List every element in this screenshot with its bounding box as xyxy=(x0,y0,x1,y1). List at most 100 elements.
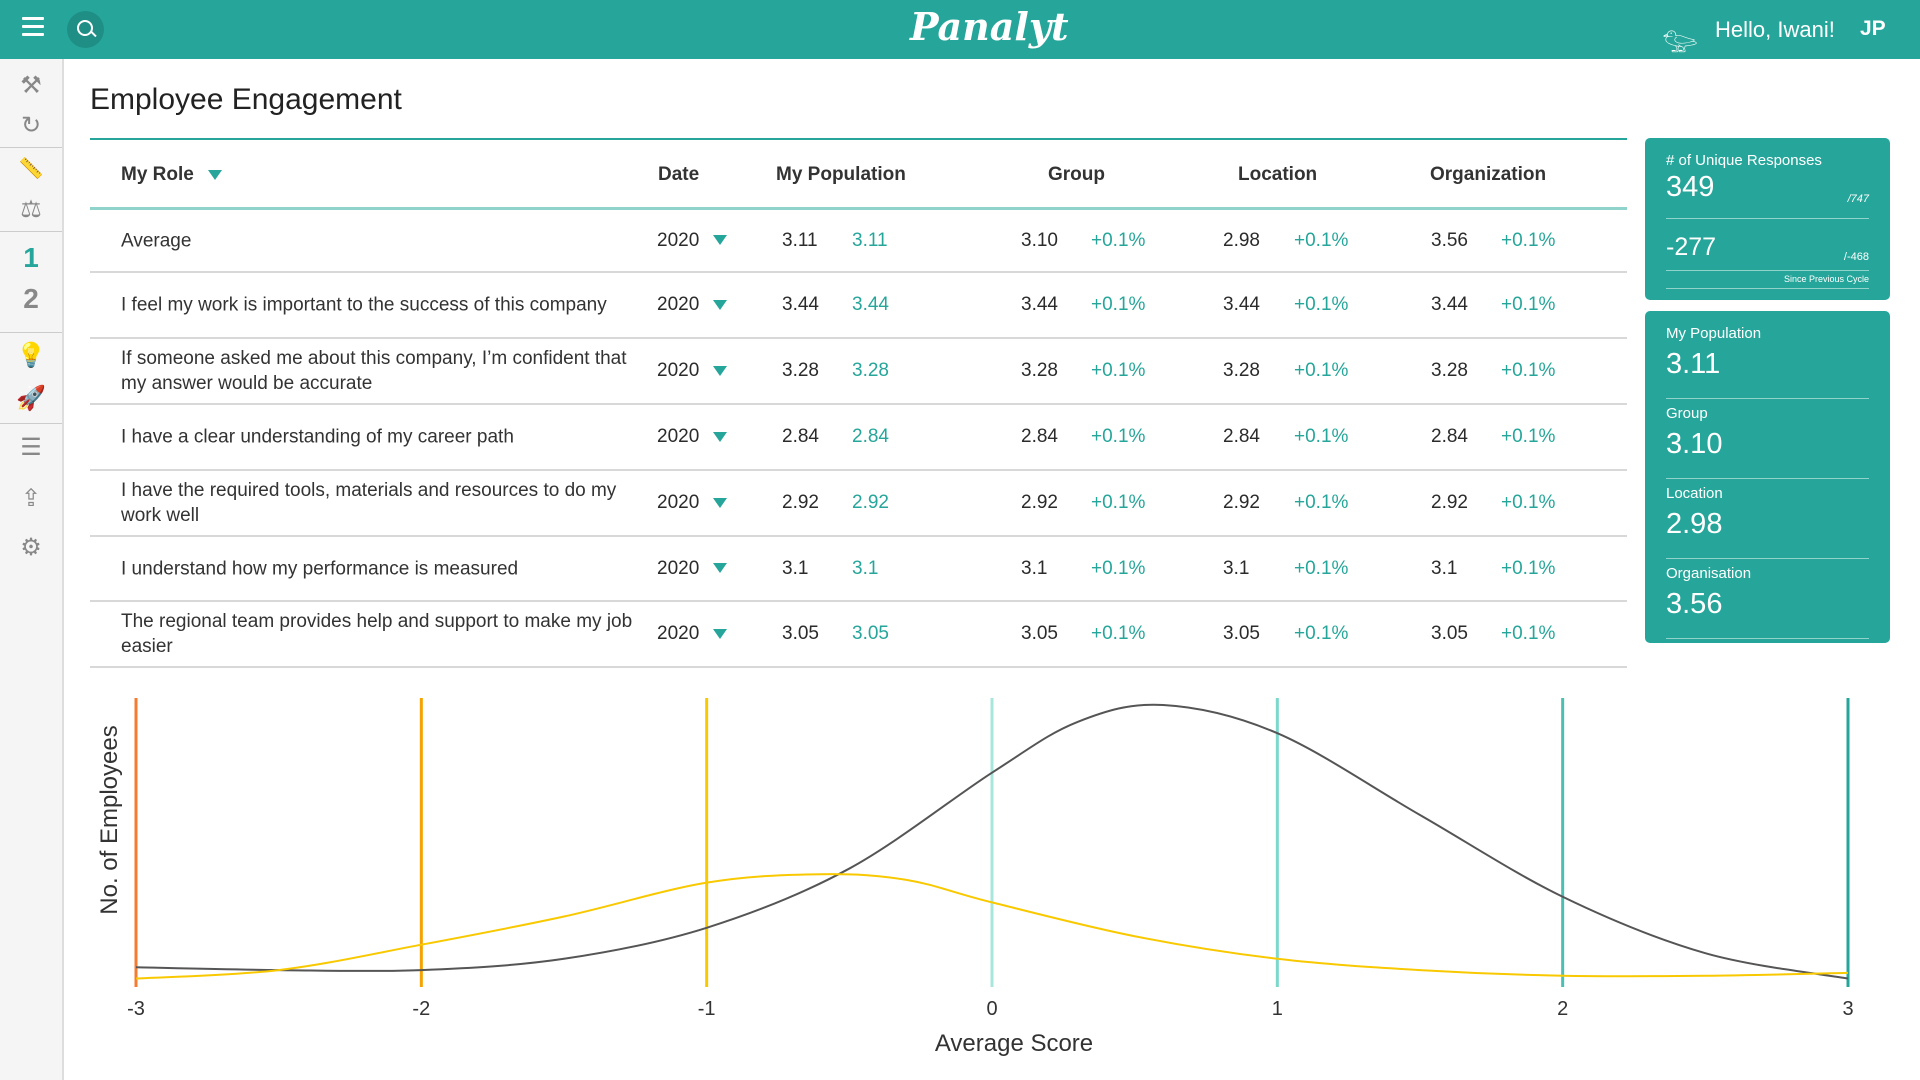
cell-location: 2.84 xyxy=(1223,426,1260,447)
y-axis-label: No. of Employees xyxy=(96,725,123,914)
cell-group-delta: +0.1% xyxy=(1091,492,1146,513)
scales-icon[interactable]: ⚖ xyxy=(0,195,62,224)
change-note: Since Previous Cycle xyxy=(1666,271,1869,289)
role-dropdown[interactable]: My Role xyxy=(121,164,222,186)
cell-my-pop2: 3.05 xyxy=(852,623,889,644)
chevron-down-icon[interactable] xyxy=(207,169,222,180)
summary-label: Location xyxy=(1666,485,1723,502)
chevron-down-icon[interactable] xyxy=(713,431,728,442)
menu-icon[interactable] xyxy=(22,17,44,37)
rocket-icon[interactable]: 🚀 xyxy=(0,384,62,413)
row-label: Average xyxy=(121,230,192,251)
responses-card: # of Unique Responses 349 /747 -277 /-46… xyxy=(1645,138,1890,300)
cell-my-pop2: 3.44 xyxy=(852,294,889,315)
engagement-table: My Role Date My Population Group Locatio… xyxy=(90,138,1627,668)
x-tick-label: -1 xyxy=(698,998,716,1020)
cell-group-delta: +0.1% xyxy=(1091,426,1146,447)
date-dropdown[interactable]: 2020 xyxy=(657,623,728,645)
cell-org-delta: +0.1% xyxy=(1501,360,1556,381)
cell-location-delta: +0.1% xyxy=(1294,426,1349,447)
cell-group: 3.28 xyxy=(1021,360,1058,381)
cell-org: 3.1 xyxy=(1431,557,1458,579)
header-group: Group xyxy=(1048,164,1105,185)
header-location: Location xyxy=(1238,164,1318,185)
chevron-down-icon[interactable] xyxy=(713,299,728,310)
date-dropdown[interactable]: 2020 xyxy=(657,558,728,580)
chevron-down-icon[interactable] xyxy=(713,628,728,639)
cell-location: 2.98 xyxy=(1223,229,1260,251)
cell-location: 3.28 xyxy=(1223,360,1260,381)
cell-my-pop2: 3.1 xyxy=(852,557,879,579)
cell-org: 2.84 xyxy=(1431,426,1468,447)
x-axis-label: Average Score xyxy=(935,1030,1093,1057)
date-dropdown[interactable]: 2020 xyxy=(657,492,728,514)
cell-group-delta: +0.1% xyxy=(1091,557,1146,579)
sidebar: ⚒ ↻ 📏 ⚖ 1 2 💡 🚀 ☰ ⇪ ⚙ xyxy=(0,59,64,1080)
summary-label: Group xyxy=(1666,405,1708,422)
cell-location-delta: +0.1% xyxy=(1294,294,1349,315)
cell-org: 3.28 xyxy=(1431,360,1468,381)
summary-value: 2.98 xyxy=(1666,508,1723,540)
cell-org-delta: +0.1% xyxy=(1501,623,1556,644)
ruler-icon[interactable]: 📏 xyxy=(0,156,62,181)
two-icon[interactable]: 2 xyxy=(0,283,62,315)
x-tick-label: 2 xyxy=(1557,998,1568,1020)
share-icon[interactable]: ⇪ xyxy=(0,484,62,513)
summary-card: My Population 3.11 Group 3.10 Location 2.98 Or… xyxy=(1645,311,1890,643)
cell-my-pop2: 2.84 xyxy=(852,426,889,447)
date-dropdown[interactable]: 2020 xyxy=(657,426,728,448)
cell-location-delta: +0.1% xyxy=(1294,229,1349,251)
summary-label: Organisation xyxy=(1666,565,1752,582)
table-row: If someone asked me about this company, … xyxy=(90,339,1627,405)
cell-location: 3.05 xyxy=(1223,623,1260,644)
score-distribution-chart: -3 -2 -1 0 1 2 3 Average Score No. of Employees xyxy=(96,698,1854,1057)
gear-icon[interactable]: ⚙ xyxy=(0,533,62,562)
cell-group-delta: +0.1% xyxy=(1091,623,1146,644)
row-label: If someone asked me about this company, … xyxy=(121,348,627,394)
cell-group: 3.05 xyxy=(1021,623,1058,644)
responses-count: 349 xyxy=(1666,171,1715,203)
cell-org: 2.92 xyxy=(1431,492,1468,513)
cell-my-pop2: 3.28 xyxy=(852,360,889,381)
cell-my-pop: 3.05 xyxy=(782,623,819,644)
cell-org-delta: +0.1% xyxy=(1501,294,1556,315)
chevron-down-icon[interactable] xyxy=(713,563,728,574)
row-label: I understand how my performance is measu… xyxy=(121,558,519,579)
chevron-down-icon[interactable] xyxy=(713,235,728,246)
bulb-icon[interactable]: 💡 xyxy=(0,341,62,370)
logo: Panalyt xyxy=(910,4,1069,49)
greeting: Hello, Iwani! xyxy=(1715,17,1835,42)
table-header: My Role Date My Population Group Locatio… xyxy=(90,140,1627,210)
table-row: I have the required tools, materials and… xyxy=(90,471,1627,537)
cell-org: 3.05 xyxy=(1431,623,1468,644)
responses-total: /747 xyxy=(1847,193,1869,205)
cell-org: 3.44 xyxy=(1431,294,1468,315)
cell-org-delta: +0.1% xyxy=(1501,492,1556,513)
drill-icon[interactable]: ⚒ xyxy=(0,71,62,100)
chevron-down-icon[interactable] xyxy=(713,497,728,508)
cell-location: 3.1 xyxy=(1223,557,1250,579)
cell-my-pop: 3.1 xyxy=(782,557,809,579)
x-tick-label: -3 xyxy=(127,998,145,1020)
x-tick-label: -2 xyxy=(412,998,430,1020)
cell-location-delta: +0.1% xyxy=(1294,360,1349,381)
date-dropdown[interactable]: 2020 xyxy=(657,294,728,316)
user-avatar[interactable]: JP xyxy=(1860,17,1886,41)
one-icon[interactable]: 1 xyxy=(0,242,62,274)
header-date: Date xyxy=(658,164,700,185)
summary-item: My Population 3.11 xyxy=(1666,319,1869,399)
list-icon[interactable]: ☰ xyxy=(0,433,62,462)
date-dropdown[interactable]: 2020 xyxy=(657,360,728,382)
cell-location-delta: +0.1% xyxy=(1294,492,1349,513)
table-row: Average 2020 3.11 3.11 3.10 +0.1% 2.98 +0.1% 3.… xyxy=(90,210,1627,273)
refresh-icon[interactable]: ↻ xyxy=(0,111,62,140)
cell-location: 3.44 xyxy=(1223,294,1260,315)
cell-org-delta: +0.1% xyxy=(1501,229,1556,251)
cell-group-delta: +0.1% xyxy=(1091,294,1146,315)
chevron-down-icon[interactable] xyxy=(713,365,728,376)
date-dropdown[interactable]: 2020 xyxy=(657,230,728,252)
summary-value: 3.56 xyxy=(1666,588,1723,620)
cell-my-pop: 3.44 xyxy=(782,294,819,315)
search-button[interactable] xyxy=(67,11,104,48)
summary-item: Location 2.98 xyxy=(1666,479,1869,559)
